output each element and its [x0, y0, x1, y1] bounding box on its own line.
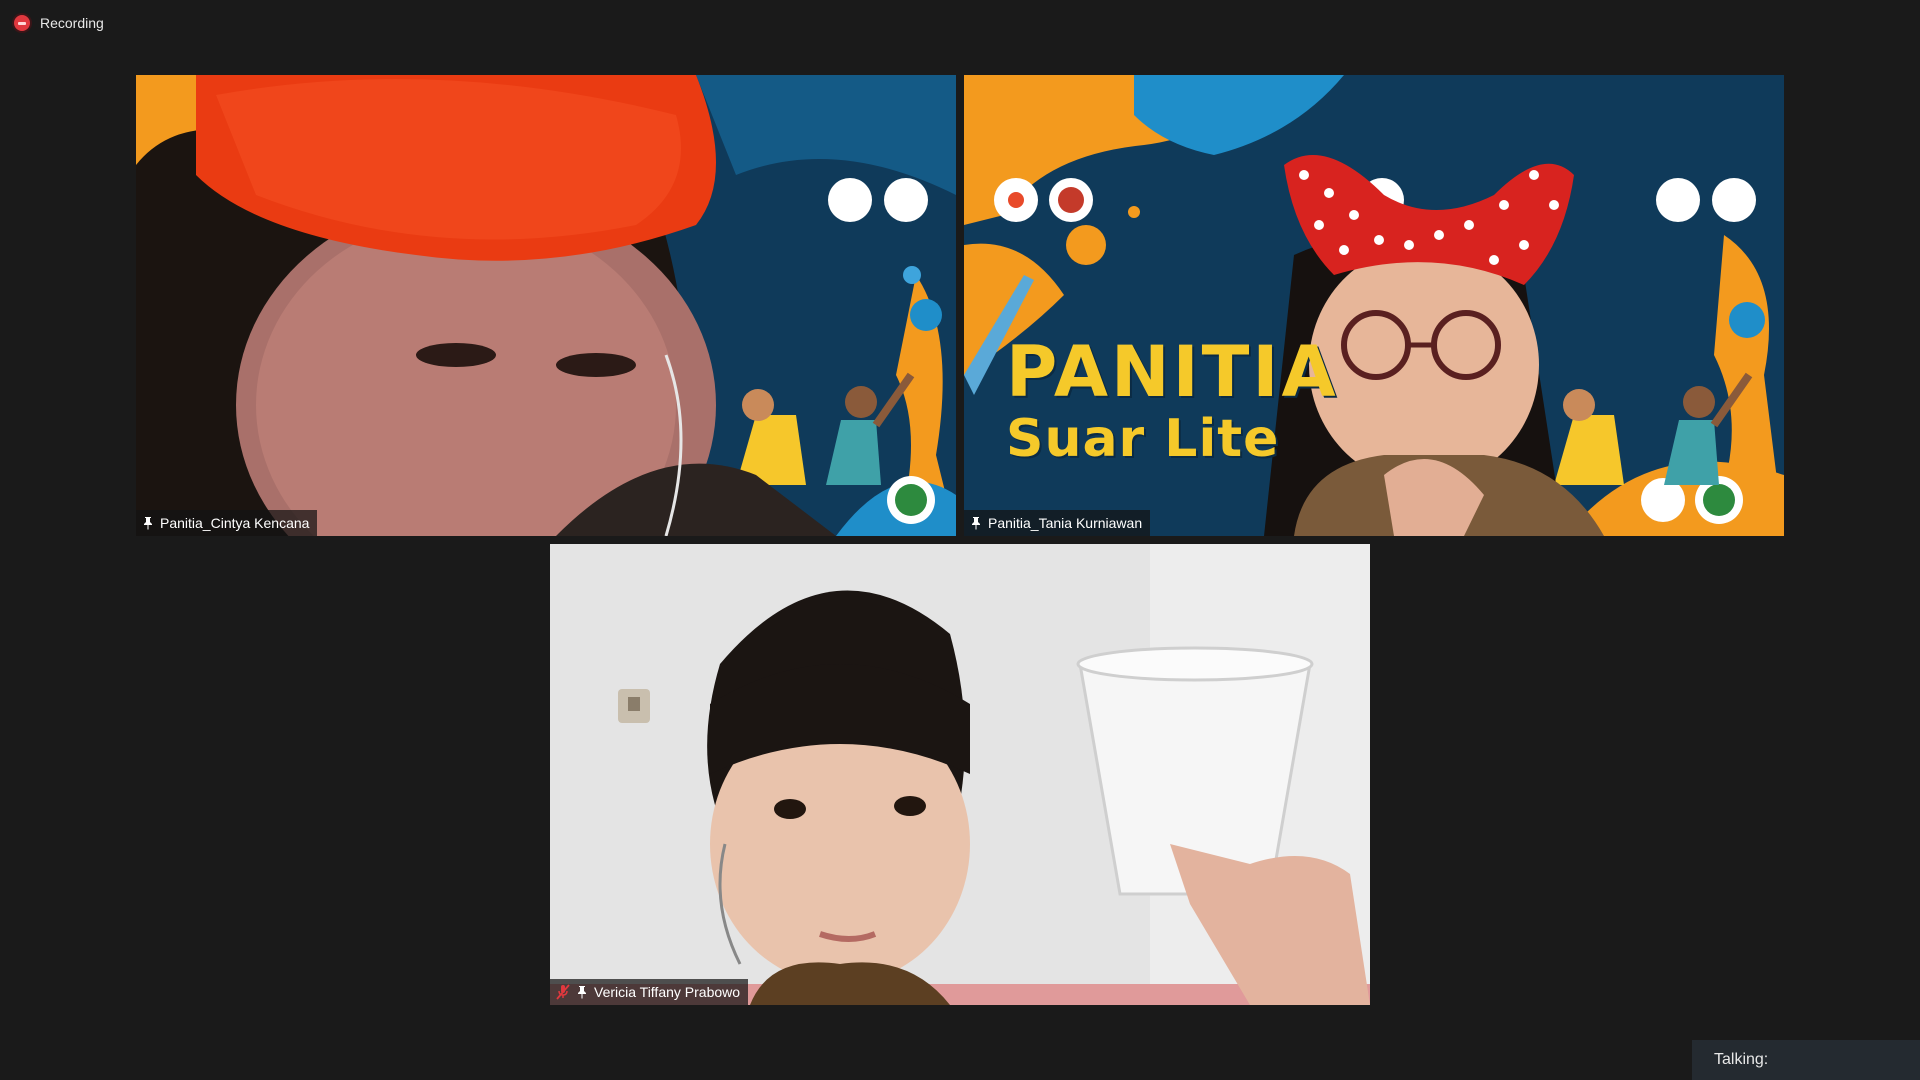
video-tile-participant-3[interactable]: Vericia Tiffany Prabowo [550, 544, 1370, 1005]
participant-name-tag: Panitia_Tania Kurniawan [964, 510, 1151, 536]
video-tile-participant-2[interactable]: PANITIA Suar Lite Panitia_Tania Kurniawa… [964, 75, 1784, 536]
participant-video [550, 544, 1370, 1005]
talking-indicator: Talking: [1692, 1040, 1920, 1080]
banner-text: PANITIA Suar Lite [1006, 337, 1339, 465]
participant-name-tag: Panitia_Cintya Kencana [136, 510, 318, 536]
recording-label: Recording [40, 15, 104, 31]
pin-icon [970, 516, 982, 530]
video-tile-participant-1[interactable]: Panitia_Cintya Kencana [136, 75, 956, 536]
mic-muted-icon [556, 984, 570, 1000]
pin-icon [142, 516, 154, 530]
participant-name: Panitia_Cintya Kencana [160, 515, 310, 531]
participant-name: Vericia Tiffany Prabowo [594, 984, 741, 1000]
record-icon [14, 15, 30, 31]
pin-icon [576, 985, 588, 999]
recording-indicator[interactable]: Recording [14, 15, 104, 31]
banner-title: PANITIA [1006, 331, 1339, 413]
banner-subtitle: Suar Lite [1006, 409, 1280, 469]
talking-label: Talking: [1714, 1051, 1769, 1068]
participant-name-tag: Vericia Tiffany Prabowo [550, 979, 749, 1005]
participant-name: Panitia_Tania Kurniawan [988, 515, 1143, 531]
participant-video [136, 75, 956, 536]
meeting-window: Recording Panitia_Cintya Kencana PANITIA… [0, 0, 1920, 1080]
